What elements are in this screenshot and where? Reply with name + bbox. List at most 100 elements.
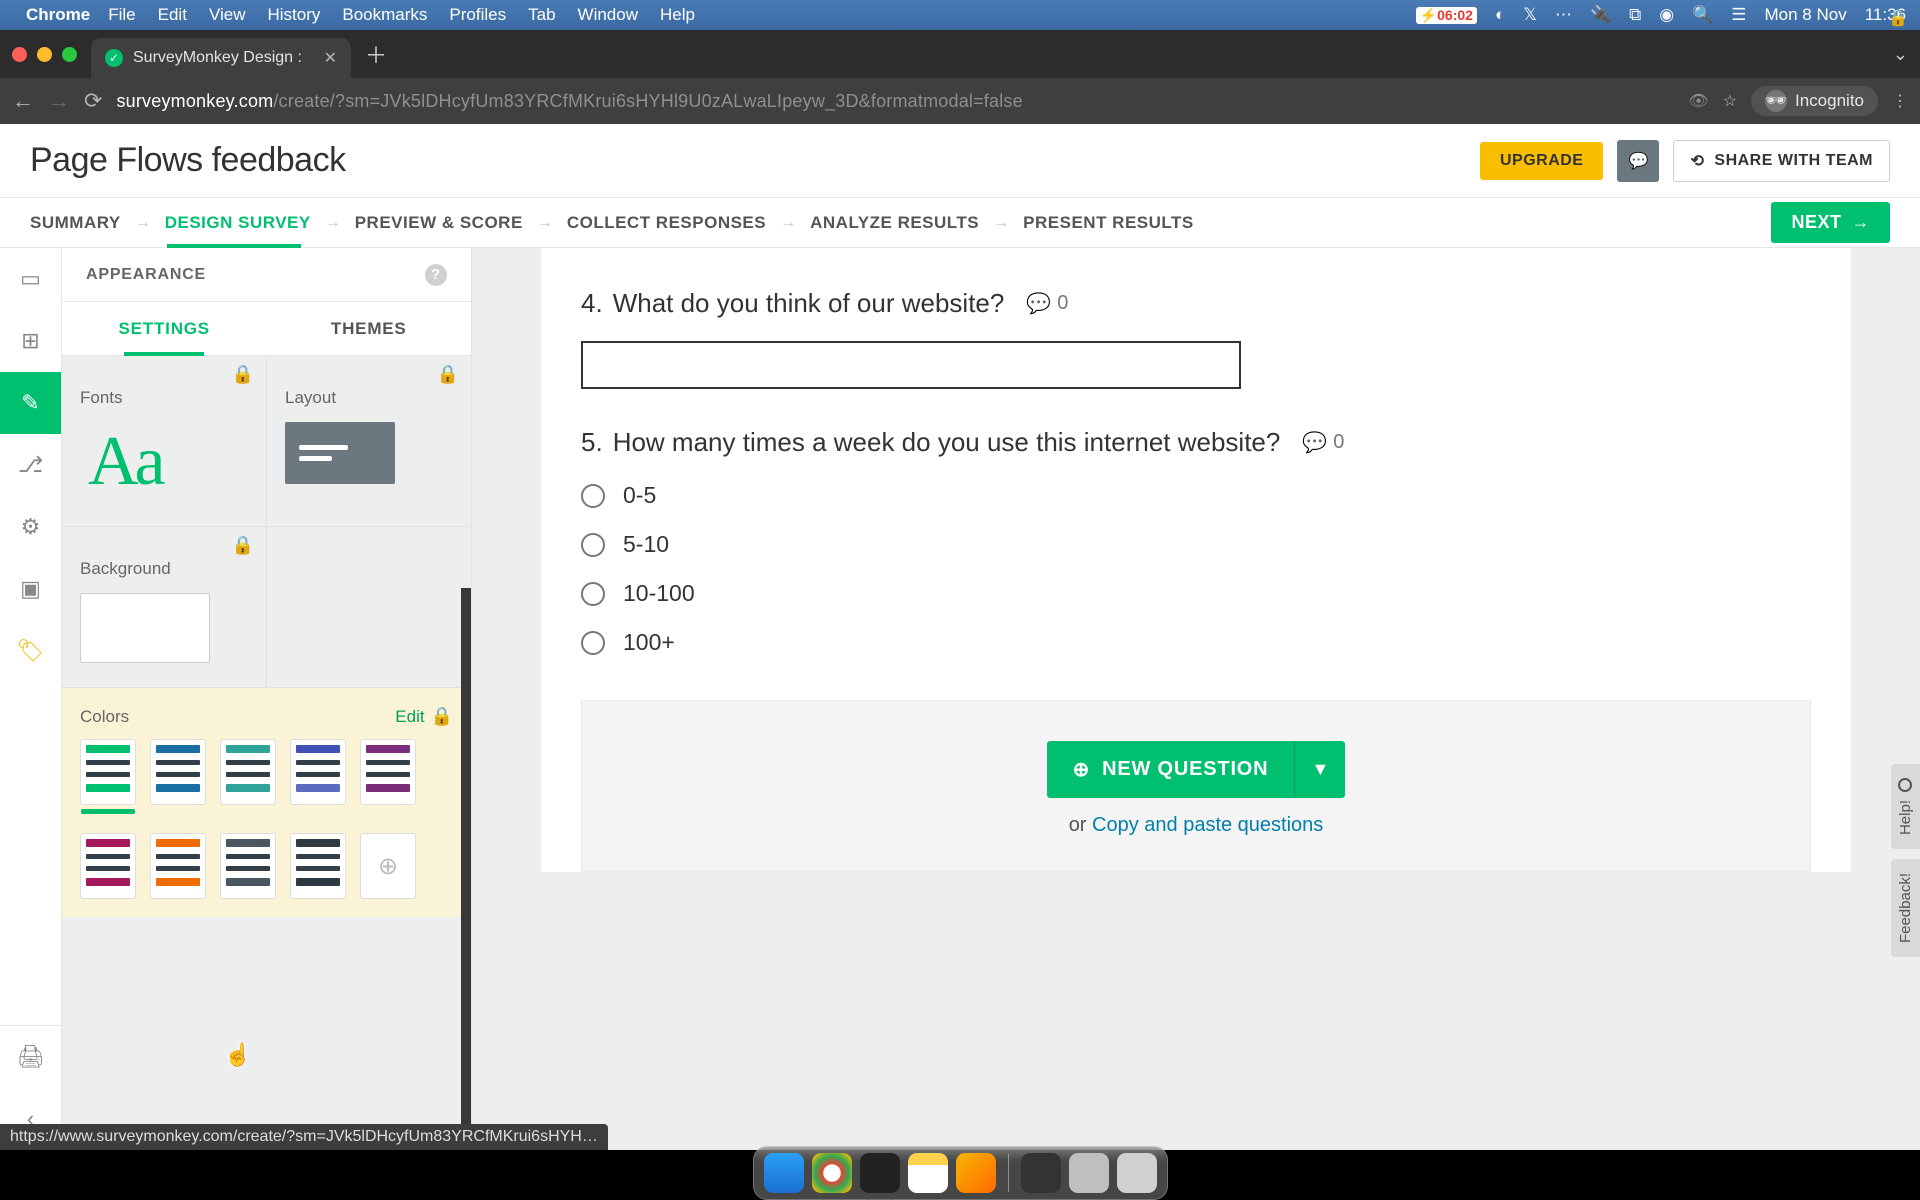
color-palette[interactable] — [80, 833, 136, 899]
next-button[interactable]: NEXT → — [1771, 202, 1890, 243]
menu-help[interactable]: Help — [660, 5, 695, 25]
wifi-icon[interactable]: ⧉ — [1629, 5, 1641, 25]
kebab-menu-icon[interactable]: ⋮ — [1892, 91, 1908, 111]
text-answer-input[interactable] — [581, 341, 1241, 389]
rail-appearance-icon[interactable]: ✎ — [0, 372, 61, 434]
dock-app-bolt[interactable] — [956, 1153, 996, 1193]
dock-tray-dash[interactable] — [1069, 1153, 1109, 1193]
step-present[interactable]: PRESENT RESULTS — [1023, 213, 1194, 233]
new-question-button[interactable]: ⊕ NEW QUESTION ▼ — [1047, 741, 1346, 798]
color-palette[interactable] — [80, 739, 136, 805]
minimize-window-icon[interactable] — [37, 47, 52, 62]
share-team-button[interactable]: ⟲ SHARE WITH TEAM — [1673, 140, 1890, 182]
x-icon[interactable]: 𝕏 — [1523, 5, 1537, 25]
tab-themes[interactable]: THEMES — [267, 302, 472, 355]
comment-button[interactable]: 💬 — [1617, 140, 1659, 182]
color-palette[interactable] — [220, 739, 276, 805]
control-center-icon[interactable]: ◉ — [1659, 5, 1674, 25]
tab-title: SurveyMonkey Design : — [133, 49, 302, 67]
close-tab-icon[interactable]: ✕ — [324, 48, 337, 68]
menubar-app[interactable]: Chrome — [26, 5, 90, 25]
step-collect[interactable]: COLLECT RESPONSES — [567, 213, 766, 233]
step-summary[interactable]: SUMMARY — [30, 213, 121, 233]
fonts-cell[interactable]: 🔒 Fonts Aa — [62, 356, 267, 527]
help-icon[interactable]: ? — [425, 264, 447, 286]
menu-window[interactable]: Window — [578, 5, 638, 25]
eye-off-icon[interactable]: 👁 — [1688, 91, 1708, 111]
color-palette[interactable] — [220, 833, 276, 899]
menu-view[interactable]: View — [209, 5, 246, 25]
colors-section: Colors Edit 🔒 ⊕ — [62, 688, 471, 917]
reload-button[interactable]: ⟳ — [84, 88, 102, 114]
feedback-tab[interactable]: Feedback! — [1891, 859, 1920, 957]
rail-logic-icon[interactable]: ⎇ — [0, 434, 61, 496]
color-palette[interactable] — [290, 739, 346, 805]
menu-file[interactable]: File — [108, 5, 135, 25]
step-analyze[interactable]: ANALYZE RESULTS — [810, 213, 979, 233]
star-icon[interactable]: ☆ — [1723, 91, 1737, 111]
incognito-chip[interactable]: 🕶 Incognito — [1751, 86, 1878, 116]
radio-option[interactable]: 100+ — [581, 629, 1811, 656]
rail-options-icon[interactable]: ⚙ — [0, 496, 61, 558]
dock-app-terminal[interactable] — [860, 1153, 900, 1193]
edit-colors-link[interactable]: Edit — [395, 707, 424, 727]
survey-title[interactable]: Page Flows feedback — [30, 141, 346, 180]
plus-circle-icon: ⊕ — [1073, 757, 1091, 782]
color-palette[interactable] — [290, 833, 346, 899]
spotlight-icon[interactable]: 🔍 — [1692, 5, 1713, 25]
lock-icon[interactable]: 🔒 — [1888, 8, 1908, 28]
color-palette[interactable] — [360, 739, 416, 805]
radio-option[interactable]: 0-5 — [581, 482, 1811, 509]
help-tab[interactable]: Help! — [1891, 764, 1920, 849]
new-tab-button[interactable]: ＋ — [365, 38, 387, 70]
color-palette[interactable] — [150, 833, 206, 899]
power-icon[interactable]: 🔌 — [1590, 5, 1611, 25]
background-cell[interactable]: 🔒 Background — [62, 527, 267, 688]
upgrade-button[interactable]: UPGRADE — [1480, 142, 1604, 180]
favicon-icon: ✓ — [105, 49, 123, 67]
back-button[interactable]: ← — [12, 88, 34, 114]
dock-tray-trash[interactable] — [1117, 1153, 1157, 1193]
dock-tray-screenshot[interactable] — [1021, 1153, 1061, 1193]
radio-icon — [581, 582, 605, 606]
radio-option[interactable]: 10-100 — [581, 580, 1811, 607]
fullscreen-window-icon[interactable] — [62, 47, 77, 62]
comment-icon[interactable]: 💬 — [1302, 430, 1327, 455]
rail-question-bank-icon[interactable]: ⊞ — [0, 310, 61, 372]
browser-tab[interactable]: ✓ SurveyMonkey Design : ✕ — [91, 38, 351, 78]
new-question-dropdown[interactable]: ▼ — [1295, 741, 1345, 798]
close-window-icon[interactable] — [12, 47, 27, 62]
menu-edit[interactable]: Edit — [158, 5, 187, 25]
toggl-icon[interactable]: ◐ — [1495, 5, 1505, 25]
rail-build-icon[interactable]: ▭ — [0, 248, 61, 310]
comment-icon[interactable]: 💬 — [1026, 291, 1051, 316]
menu-profiles[interactable]: Profiles — [449, 5, 506, 25]
color-palette[interactable] — [150, 739, 206, 805]
dock-app-finder[interactable] — [764, 1153, 804, 1193]
rail-layout-icon[interactable]: ▣ — [0, 558, 61, 620]
layout-cell[interactable]: 🔒 Layout — [267, 356, 471, 527]
step-design-survey[interactable]: DESIGN SURVEY — [165, 213, 311, 233]
dock-app-chrome[interactable] — [812, 1153, 852, 1193]
add-palette-button[interactable]: ⊕ — [360, 833, 416, 899]
tab-settings[interactable]: SETTINGS — [62, 302, 267, 355]
rail-print-icon[interactable]: 🖨 — [0, 1026, 61, 1088]
menu-tab[interactable]: Tab — [528, 5, 555, 25]
menubar-date[interactable]: Mon 8 Nov — [1765, 5, 1847, 25]
incognito-label: Incognito — [1795, 91, 1864, 111]
dock-app-notes[interactable] — [908, 1153, 948, 1193]
question-4[interactable]: 4. What do you think of our website? 💬0 — [581, 288, 1811, 389]
menu-bookmarks[interactable]: Bookmarks — [342, 5, 427, 25]
step-preview-score[interactable]: PREVIEW & SCORE — [355, 213, 523, 233]
radio-option[interactable]: 5-10 — [581, 531, 1811, 558]
cloud-icon[interactable]: ⋯ — [1555, 5, 1572, 25]
rail-tag-icon[interactable]: 🏷 — [0, 620, 61, 682]
url-field[interactable]: surveymonkey.com/create/?sm=JVk5lDHcyfUm… — [116, 91, 1674, 112]
menu-history[interactable]: History — [267, 5, 320, 25]
battery-status[interactable]: ⚡06:02 — [1416, 7, 1477, 24]
siri-icon[interactable]: ☰ — [1731, 5, 1746, 25]
scrollbar[interactable] — [461, 588, 471, 1150]
question-5[interactable]: 5. How many times a week do you use this… — [581, 427, 1811, 656]
tab-overflow-icon[interactable]: ⌄ — [1893, 44, 1908, 65]
copy-paste-link[interactable]: Copy and paste questions — [1092, 814, 1323, 836]
